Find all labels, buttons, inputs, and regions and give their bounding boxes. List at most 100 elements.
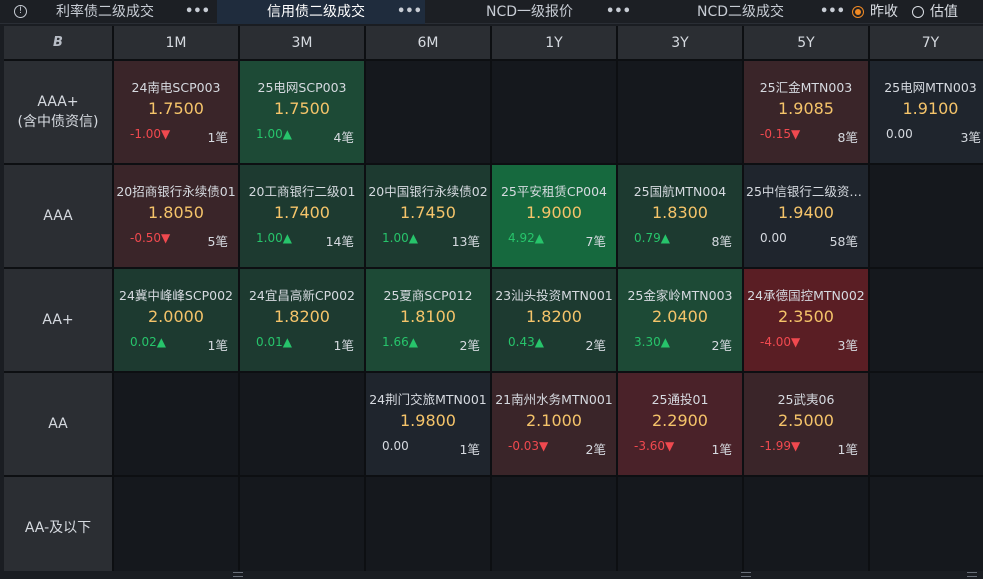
bond-yield: 2.3500: [778, 307, 834, 326]
bond-name: 25通投01: [651, 392, 709, 407]
yield-change: -1.00▼: [130, 127, 171, 141]
bond-yield: 1.9400: [778, 203, 834, 222]
bond-cell[interactable]: 23汕头投资MTN001 1.8200 0.43▲ 2笔: [492, 269, 616, 371]
trade-count: 2笔: [585, 338, 606, 353]
trade-count: 3笔: [837, 338, 858, 353]
yield-change: 0.00: [886, 127, 913, 141]
trade-count: 2笔: [585, 442, 606, 457]
yield-change: 0.79▲: [634, 231, 670, 245]
tab-credit-bond-secondary[interactable]: 信用债二级成交 •••: [217, 0, 425, 24]
bond-yield: 1.8100: [400, 307, 456, 326]
bottom-resize-bar: [0, 571, 983, 579]
bond-cell[interactable]: 25电网MTN003 1.9100 0.00 3笔: [870, 61, 983, 163]
radio-valuation[interactable]: 估值: [912, 4, 968, 20]
matrix-corner[interactable]: B: [4, 26, 112, 59]
trade-count: 14笔: [325, 234, 354, 249]
trade-count: 3笔: [960, 130, 981, 145]
bond-yield: 1.7450: [400, 203, 456, 222]
yield-change: 0.00: [382, 439, 409, 453]
column-header: 3M: [240, 26, 364, 59]
bond-cell[interactable]: 25金家岭MTN003 2.0400 3.30▲ 2笔: [618, 269, 742, 371]
yield-change: 1.00▲: [256, 127, 292, 141]
bond-yield: 1.7400: [274, 203, 330, 222]
bond-cell[interactable]: 24冀中峰峰SCP002 2.0000 0.02▲ 1笔: [114, 269, 238, 371]
radio-unchecked-icon: [912, 6, 924, 18]
empty-cell: [618, 61, 742, 163]
row-header-label: AA: [48, 416, 68, 432]
resize-handle-icon[interactable]: [967, 572, 977, 577]
tab-ncd-secondary[interactable]: NCD二级成交 •••: [640, 0, 845, 24]
resize-handle-icon[interactable]: [741, 572, 751, 577]
column-header: 1Y: [492, 26, 616, 59]
tab-rate-bond-secondary[interactable]: 利率债二级成交 •••: [30, 0, 215, 24]
bond-cell[interactable]: 25通投01 2.2900 -3.60▼ 1笔: [618, 373, 742, 475]
tab-label: NCD二级成交: [697, 4, 785, 20]
bond-yield: 1.9100: [902, 99, 959, 118]
tab-label: 利率债二级成交: [56, 4, 154, 20]
tab-ncd-primary-quote[interactable]: NCD一级报价 •••: [430, 0, 631, 24]
row-header: AA-及以下: [4, 477, 112, 579]
tab-label: 信用债二级成交: [267, 4, 365, 20]
bond-cell[interactable]: 25电网SCP003 1.7500 1.00▲ 4笔: [240, 61, 364, 163]
bond-cell[interactable]: 25中信银行二级资本... 1.9400 0.00 58笔: [744, 165, 868, 267]
bond-yield: 2.0400: [652, 307, 708, 326]
empty-cell: [492, 61, 616, 163]
trade-count: 1笔: [837, 442, 858, 457]
bond-cell[interactable]: 25汇金MTN003 1.9085 -0.15▼ 8笔: [744, 61, 868, 163]
bond-cell[interactable]: 25武夷06 2.5000 -1.99▼ 1笔: [744, 373, 868, 475]
bond-name: 25平安租赁CP004: [500, 184, 608, 199]
bond-yield: 1.8050: [148, 203, 204, 222]
empty-cell: [618, 477, 742, 579]
radio-checked-icon: [852, 6, 864, 18]
resize-handle-icon[interactable]: [233, 572, 243, 577]
info-icon[interactable]: !: [14, 5, 27, 18]
bond-name: 23汕头投资MTN001: [495, 288, 613, 303]
bond-cell[interactable]: 25夏商SCP012 1.8100 1.66▲ 2笔: [366, 269, 490, 371]
bond-cell[interactable]: 24承德国控MTN002 2.3500 -4.00▼ 3笔: [744, 269, 868, 371]
bond-yield: 1.8200: [274, 307, 330, 326]
row-header-label: AA-及以下: [24, 520, 92, 536]
row-header: AAA: [4, 165, 112, 267]
bond-name: 25金家岭MTN003: [627, 288, 733, 303]
bond-cell[interactable]: 25国航MTN004 1.8300 0.79▲ 8笔: [618, 165, 742, 267]
yield-change: 1.00▲: [256, 231, 292, 245]
column-header: 6M: [366, 26, 490, 59]
bond-name: 24冀中峰峰SCP002: [119, 288, 233, 303]
trade-count: 58笔: [829, 234, 858, 249]
bond-name: 25中信银行二级资本...: [746, 184, 868, 199]
row-header-label: AA+: [42, 312, 74, 328]
bond-name: 20中国银行永续债02: [368, 184, 488, 199]
bond-cell[interactable]: 20中国银行永续债02 1.7450 1.00▲ 13笔: [366, 165, 490, 267]
empty-cell: [366, 477, 490, 579]
radio-prev-close[interactable]: 昨收: [852, 4, 904, 20]
bond-name: 24承德国控MTN002: [747, 288, 865, 303]
yield-change: -0.03▼: [508, 439, 549, 453]
row-header-label: AAA: [43, 208, 73, 224]
empty-cell: [870, 165, 983, 267]
empty-cell: [366, 61, 490, 163]
bond-yield: 2.2900: [652, 411, 708, 430]
column-header: 3Y: [618, 26, 742, 59]
bond-cell[interactable]: 21南州水务MTN001 2.1000 -0.03▼ 2笔: [492, 373, 616, 475]
bond-cell[interactable]: 24南电SCP003 1.7500 -1.00▼ 1笔: [114, 61, 238, 163]
more-icon[interactable]: •••: [606, 0, 631, 24]
bond-yield: 1.9000: [526, 203, 582, 222]
more-icon[interactable]: •••: [185, 0, 210, 24]
bond-cell[interactable]: 20招商银行永续债01 1.8050 -0.50▼ 5笔: [114, 165, 238, 267]
bond-cell[interactable]: 24宜昌高新CP002 1.8200 0.01▲ 1笔: [240, 269, 364, 371]
trade-count: 4笔: [333, 130, 354, 145]
bond-cell[interactable]: 25平安租赁CP004 1.9000 4.92▲ 7笔: [492, 165, 616, 267]
tab-bar: ! 利率债二级成交 ••• 信用债二级成交 ••• NCD一级报价 ••• NC…: [0, 0, 983, 24]
bond-cell[interactable]: 24荆门交旅MTN001 1.9800 0.00 1笔: [366, 373, 490, 475]
yield-change: -4.00▼: [760, 335, 801, 349]
yield-change: 0.01▲: [256, 335, 292, 349]
more-icon[interactable]: •••: [397, 0, 422, 24]
empty-cell: [114, 373, 238, 475]
yield-change: 0.00: [760, 231, 787, 245]
bond-cell[interactable]: 20工商银行二级01 1.7400 1.00▲ 14笔: [240, 165, 364, 267]
bond-name: 25武夷06: [777, 392, 835, 407]
bond-name: 25国航MTN004: [633, 184, 727, 199]
trade-count: 7笔: [585, 234, 606, 249]
radio-label: 昨收: [870, 4, 898, 20]
more-icon[interactable]: •••: [820, 0, 845, 24]
